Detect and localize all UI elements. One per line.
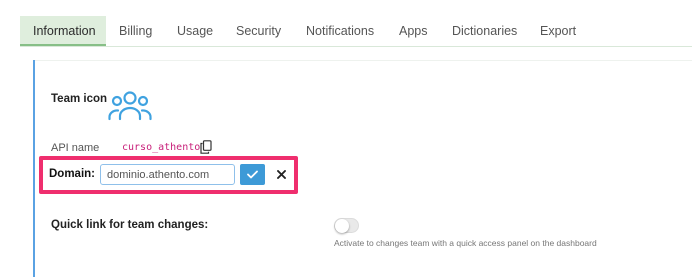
domain-input[interactable] [100,164,235,185]
tab-export[interactable]: Export [527,16,589,46]
tab-bar: Information Billing Usage Security Notif… [20,16,692,47]
tab-information[interactable]: Information [20,16,106,46]
quick-link-help-text: Activate to changes team with a quick ac… [334,238,597,248]
close-icon [276,170,286,179]
panel-left-accent [33,60,35,277]
toggle-knob [335,219,349,233]
team-users-icon[interactable] [108,89,152,121]
team-icon-label: Team icon [51,93,108,105]
tab-notifications[interactable]: Notifications [293,16,387,46]
check-icon [247,170,258,179]
copy-icon[interactable] [200,140,212,154]
confirm-domain-button[interactable] [240,164,265,185]
panel-top-border [33,60,692,61]
quick-link-label: Quick link for team changes: [51,219,209,231]
domain-label: Domain: [49,168,95,180]
tab-billing[interactable]: Billing [106,16,165,46]
api-name-value: curso_athento [122,142,201,153]
tab-dictionaries[interactable]: Dictionaries [439,16,530,46]
tab-security[interactable]: Security [223,16,294,46]
tab-usage[interactable]: Usage [164,16,226,46]
api-name-label: API name [51,142,100,154]
quick-link-toggle[interactable] [334,218,359,233]
cancel-domain-button[interactable] [272,164,290,185]
tab-apps[interactable]: Apps [386,16,441,46]
